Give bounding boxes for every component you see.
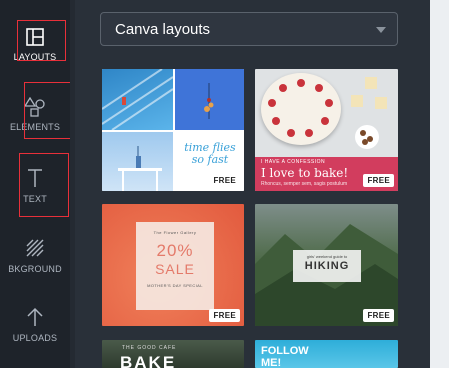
highlight-box-text xyxy=(19,153,69,217)
upload-arrow-icon xyxy=(27,307,43,326)
cafe-kicker: THE GOOD CAFE xyxy=(122,345,177,351)
photo-vase xyxy=(102,132,173,191)
free-badge: FREE xyxy=(363,309,394,322)
canvas-edge xyxy=(430,0,449,368)
banner-kicker: I HAVE A CONFESSION xyxy=(261,159,326,165)
rail-item-label: BKGROUND xyxy=(8,264,62,274)
free-badge: FREE xyxy=(209,309,240,322)
rail-item-background[interactable]: BKGROUND xyxy=(0,238,70,274)
sale-box: The Flower Gallery 20% SALE MOTHER'S DAY… xyxy=(136,222,214,310)
panel-scrollbar-track[interactable] xyxy=(70,0,75,368)
rail-item-uploads[interactable]: UPLOADS xyxy=(0,307,70,343)
hiking-kicker: girls' weekend guide to xyxy=(306,254,348,259)
sale-word: SALE xyxy=(155,261,195,277)
rail-item-label: UPLOADS xyxy=(12,333,58,343)
layout-thumbnail-3[interactable]: The Flower Gallery 20% SALE MOTHER'S DAY… xyxy=(102,204,244,326)
sale-percent: 20% xyxy=(156,241,194,260)
sale-kicker: The Flower Gallery xyxy=(153,230,197,235)
photo-flower xyxy=(175,69,244,130)
sale-subtitle: MOTHER'S DAY SPECIAL xyxy=(147,283,203,288)
background-icon xyxy=(26,239,44,257)
layout-source-dropdown[interactable]: Canva layouts xyxy=(100,12,398,46)
free-badge: FREE xyxy=(363,174,394,187)
banner-title: I love to bake! xyxy=(261,166,349,180)
photo-cake xyxy=(261,73,341,145)
photo-escalator xyxy=(102,69,174,131)
chevron-down-icon xyxy=(376,27,386,33)
highlight-box-layouts xyxy=(17,20,66,61)
highlight-box-elements xyxy=(24,82,74,139)
dropdown-value: Canva layouts xyxy=(115,21,211,38)
layout-thumbnail-4[interactable]: girls' weekend guide to HIKING FREE xyxy=(255,204,398,326)
hiking-label: girls' weekend guide to HIKING xyxy=(293,250,361,282)
layout-thumbnail-5[interactable]: THE GOOD CAFE BAKE xyxy=(102,340,244,368)
layout-thumbnail-2[interactable]: I HAVE A CONFESSION I love to bake! Rhon… xyxy=(255,69,398,191)
cafe-title: BAKE xyxy=(120,353,177,368)
hiking-title: HIKING xyxy=(304,260,350,272)
photo-desserts xyxy=(351,77,387,149)
free-badge: FREE xyxy=(209,174,240,187)
banner-subtitle: Rhoncus, semper sem, sagis postulum xyxy=(261,181,348,187)
layout-thumbnail-6[interactable]: FOLLOW ME! xyxy=(255,340,398,368)
quote-line-2: so fast xyxy=(191,153,229,166)
layout-thumbnail-1[interactable]: time flies so fast FREE xyxy=(102,69,244,191)
follow-title: FOLLOW ME! xyxy=(261,345,309,368)
